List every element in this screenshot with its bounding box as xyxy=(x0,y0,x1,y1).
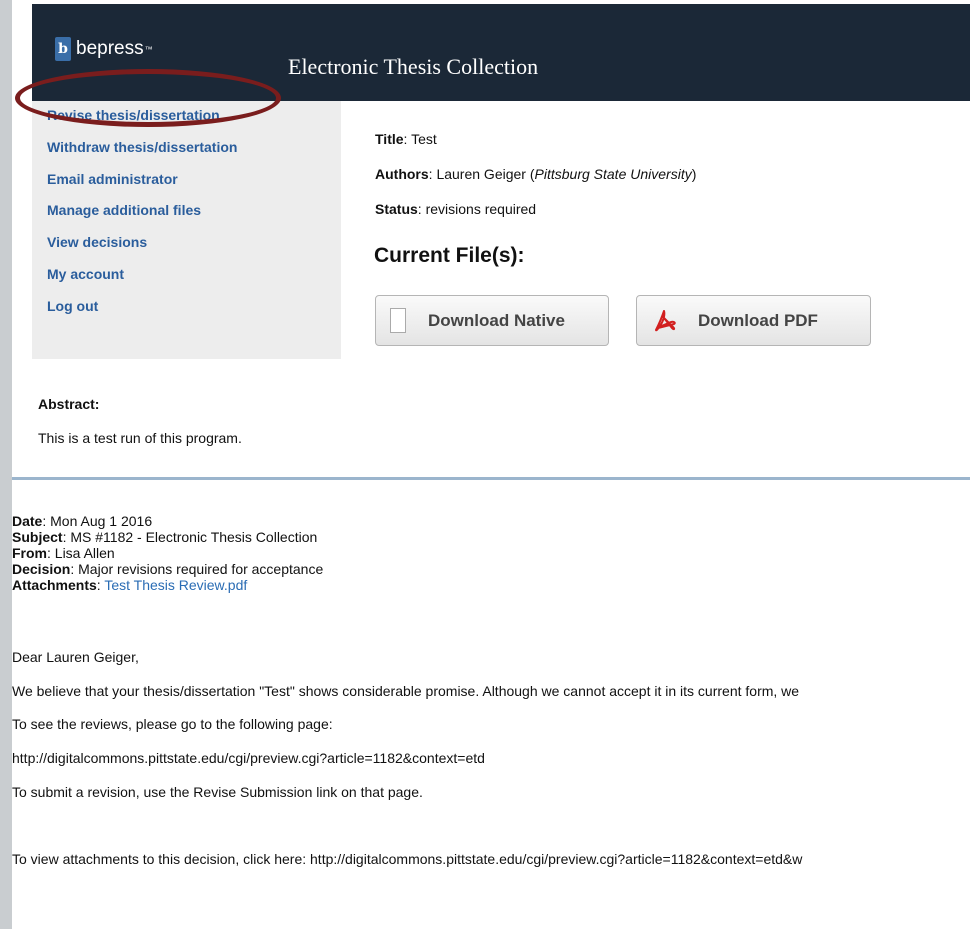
attachment-link[interactable]: Test Thesis Review.pdf xyxy=(104,577,247,593)
decision-value: Major revisions required for acceptance xyxy=(78,561,324,577)
header-banner: b bepress ™ Electronic Thesis Collection xyxy=(32,4,970,101)
sidebar-item-my-account[interactable]: My account xyxy=(47,266,124,286)
attachments-label: Attachments xyxy=(12,577,97,593)
email-from: From: Lisa Allen xyxy=(12,545,115,561)
email-greeting: Dear Lauren Geiger, xyxy=(12,649,139,665)
email-decision: Decision: Major revisions required for a… xyxy=(12,561,324,577)
email-attachments: Attachments: Test Thesis Review.pdf xyxy=(12,577,248,593)
bepress-logo[interactable]: b bepress ™ xyxy=(55,36,153,62)
abstract-label: Abstract: xyxy=(38,396,100,412)
email-subject: Subject: MS #1182 - Electronic Thesis Co… xyxy=(12,529,318,545)
email-review-url: http://digitalcommons.pittstate.edu/cgi/… xyxy=(12,750,485,766)
email-date: Date: Mon Aug 1 2016 xyxy=(12,513,153,529)
download-pdf-label: Download PDF xyxy=(698,310,818,330)
subject-label: Subject xyxy=(12,529,63,545)
email-header: Date: Mon Aug 1 2016 Subject: MS #1182 -… xyxy=(12,513,323,593)
email-attachments-line: To view attachments to this decision, cl… xyxy=(12,851,803,867)
subject-value: MS #1182 - Electronic Thesis Collection xyxy=(70,529,318,545)
page-title: Electronic Thesis Collection xyxy=(288,54,539,79)
bepress-logo-icon: b xyxy=(55,37,71,61)
download-native-button[interactable]: Download Native xyxy=(375,295,609,346)
status-label: Status xyxy=(375,201,418,217)
date-label: Date xyxy=(12,513,43,529)
sidebar-item-email-admin[interactable]: Email administrator xyxy=(47,171,178,191)
abstract-text: This is a test run of this program. xyxy=(38,430,242,446)
download-native-label: Download Native xyxy=(428,310,565,330)
sidebar-item-manage-files[interactable]: Manage additional files xyxy=(47,202,201,222)
bepress-logo-tm: ™ xyxy=(144,44,153,54)
title-label: Title xyxy=(375,131,404,147)
bepress-logo-text: bepress xyxy=(76,38,144,59)
thesis-title-line: Title: Test xyxy=(375,131,437,147)
status-value: revisions required xyxy=(425,201,537,217)
email-paragraph-1: We believe that your thesis/dissertation… xyxy=(12,683,800,699)
slide-edge xyxy=(0,0,12,929)
current-files-heading: Current File(s): xyxy=(374,244,525,267)
sidebar: Revise thesis/dissertation Withdraw thes… xyxy=(32,101,341,359)
status-line: Status: revisions required xyxy=(375,201,537,217)
from-label: From xyxy=(12,545,47,561)
sidebar-item-revise[interactable]: Revise thesis/dissertation xyxy=(47,107,220,127)
section-divider xyxy=(12,477,970,480)
document-icon xyxy=(390,308,406,333)
title-value: Test xyxy=(411,131,437,147)
decision-label: Decision xyxy=(12,561,71,577)
email-paragraph-2: To see the reviews, please go to the fol… xyxy=(12,716,333,732)
authors-institution: Pittsburg State University xyxy=(534,166,692,182)
authors-value: Lauren Geiger xyxy=(436,166,526,182)
email-paragraph-3: To submit a revision, use the Revise Sub… xyxy=(12,784,423,800)
authors-line: Authors: Lauren Geiger (Pittsburg State … xyxy=(375,166,697,182)
pdf-icon xyxy=(655,309,676,331)
authors-label: Authors xyxy=(375,166,429,182)
sidebar-item-view-decisions[interactable]: View decisions xyxy=(47,234,147,254)
sidebar-item-log-out[interactable]: Log out xyxy=(47,298,98,318)
from-value: Lisa Allen xyxy=(54,545,115,561)
date-value: Mon Aug 1 2016 xyxy=(50,513,153,529)
page: b bepress ™ Electronic Thesis Collection … xyxy=(12,0,970,929)
download-pdf-button[interactable]: Download PDF xyxy=(636,295,871,346)
sidebar-item-withdraw[interactable]: Withdraw thesis/dissertation xyxy=(47,139,237,159)
